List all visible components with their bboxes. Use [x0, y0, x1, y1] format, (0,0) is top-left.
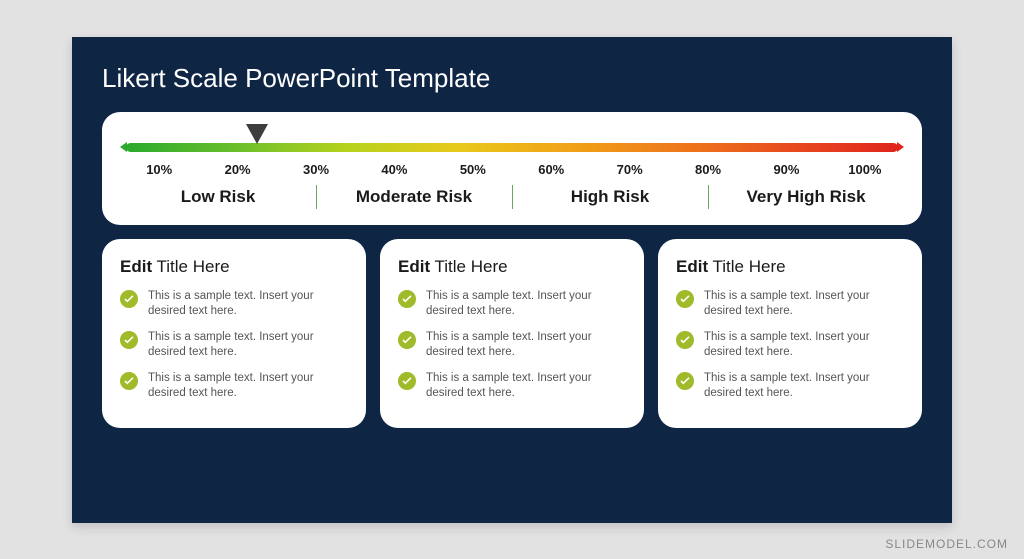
info-card: Edit Title Here This is a sample text. I… — [380, 239, 644, 428]
risk-segment: High Risk — [512, 187, 708, 207]
tick-label: 20% — [198, 162, 276, 177]
bullet-text: This is a sample text. Insert your desir… — [426, 371, 626, 402]
risk-segment: Moderate Risk — [316, 187, 512, 207]
info-card: Edit Title Here This is a sample text. I… — [102, 239, 366, 428]
check-icon — [676, 331, 694, 349]
bullet-text: This is a sample text. Insert your desir… — [426, 289, 626, 320]
pointer-icon — [246, 124, 268, 144]
list-item: This is a sample text. Insert your desir… — [398, 289, 626, 320]
tick-label: 70% — [590, 162, 668, 177]
risk-segment: Low Risk — [120, 187, 316, 207]
check-icon — [398, 372, 416, 390]
tick-label: 90% — [747, 162, 825, 177]
list-item: This is a sample text. Insert your desir… — [676, 371, 904, 402]
bullet-text: This is a sample text. Insert your desir… — [704, 330, 904, 361]
bullet-text: This is a sample text. Insert your desir… — [704, 289, 904, 320]
check-icon — [398, 331, 416, 349]
list-item: This is a sample text. Insert your desir… — [120, 289, 348, 320]
bullet-text: This is a sample text. Insert your desir… — [148, 371, 348, 402]
scale-card: 10% 20% 30% 40% 50% 60% 70% 80% 90% 100%… — [102, 112, 922, 225]
tick-label: 50% — [434, 162, 512, 177]
tick-label: 30% — [277, 162, 355, 177]
cards-row: Edit Title Here This is a sample text. I… — [102, 239, 922, 428]
slide: Likert Scale PowerPoint Template 10% 20%… — [72, 37, 952, 523]
list-item: This is a sample text. Insert your desir… — [120, 330, 348, 361]
list-item: This is a sample text. Insert your desir… — [676, 330, 904, 361]
list-item: This is a sample text. Insert your desir… — [398, 371, 626, 402]
check-icon — [676, 372, 694, 390]
tick-labels: 10% 20% 30% 40% 50% 60% 70% 80% 90% 100% — [120, 162, 904, 177]
check-icon — [676, 290, 694, 308]
risk-segment: Very High Risk — [708, 187, 904, 207]
check-icon — [120, 290, 138, 308]
scale-bar-wrap — [126, 138, 898, 156]
list-item: This is a sample text. Insert your desir… — [676, 289, 904, 320]
card-title: Edit Title Here — [398, 257, 626, 277]
tick-label: 80% — [669, 162, 747, 177]
slide-title: Likert Scale PowerPoint Template — [102, 63, 922, 94]
risk-labels: Low Risk Moderate Risk High Risk Very Hi… — [120, 187, 904, 207]
card-title: Edit Title Here — [676, 257, 904, 277]
check-icon — [120, 372, 138, 390]
bullet-text: This is a sample text. Insert your desir… — [426, 330, 626, 361]
tick-label: 10% — [120, 162, 198, 177]
card-title: Edit Title Here — [120, 257, 348, 277]
bullet-text: This is a sample text. Insert your desir… — [704, 371, 904, 402]
tick-label: 40% — [355, 162, 433, 177]
watermark: SLIDEMODEL.COM — [885, 537, 1008, 551]
check-icon — [120, 331, 138, 349]
bullet-text: This is a sample text. Insert your desir… — [148, 330, 348, 361]
check-icon — [398, 290, 416, 308]
tick-label: 60% — [512, 162, 590, 177]
list-item: This is a sample text. Insert your desir… — [398, 330, 626, 361]
tick-label: 100% — [826, 162, 904, 177]
bullet-text: This is a sample text. Insert your desir… — [148, 289, 348, 320]
list-item: This is a sample text. Insert your desir… — [120, 371, 348, 402]
info-card: Edit Title Here This is a sample text. I… — [658, 239, 922, 428]
